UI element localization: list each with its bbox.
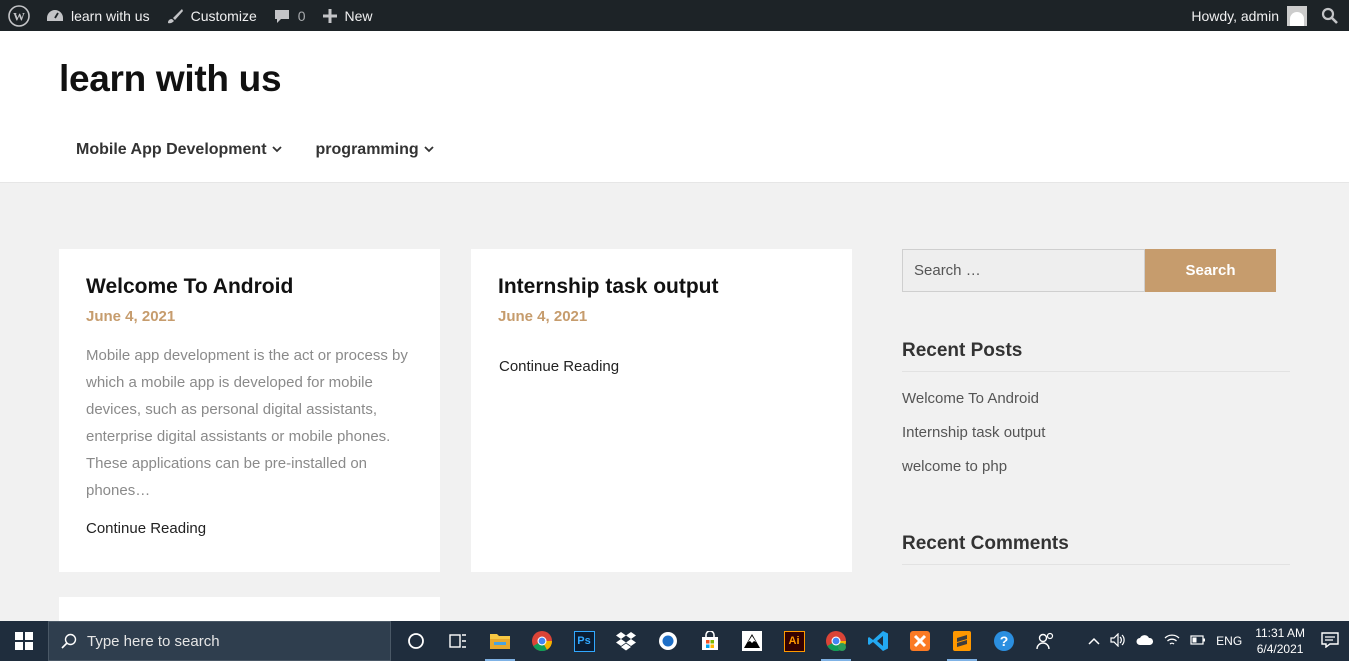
photoshop-label: Ps	[573, 630, 595, 652]
avatar	[1287, 5, 1307, 26]
post-date[interactable]: June 4, 2021	[498, 308, 587, 325]
new-content-link[interactable]: New	[314, 0, 381, 31]
recent-posts-title: Recent Posts	[902, 340, 1023, 361]
wifi-icon[interactable]	[1159, 633, 1185, 650]
menu-item-mobile-app-development[interactable]: Mobile App Development	[76, 141, 282, 159]
vscode-icon[interactable]	[857, 621, 899, 661]
language-indicator[interactable]: ENG	[1211, 634, 1247, 648]
search-input[interactable]	[902, 249, 1145, 292]
howdy-label: Howdy, admin	[1191, 7, 1279, 24]
clock-time: 11:31 AM	[1255, 626, 1305, 640]
post-title[interactable]: Internship task output	[498, 275, 719, 299]
customize-label: Customize	[190, 7, 257, 24]
svg-text:W: W	[13, 9, 25, 23]
chevron-up-icon[interactable]	[1083, 634, 1105, 648]
battery-icon[interactable]	[1185, 634, 1211, 648]
chrome-profile-icon[interactable]	[815, 621, 857, 661]
divider	[902, 371, 1290, 372]
post-card: Welcome To Android June 4, 2021 Mobile a…	[59, 249, 440, 572]
clock-date: 6/4/2021	[1256, 642, 1304, 656]
paintbrush-icon	[167, 8, 183, 23]
plus-icon	[322, 8, 337, 23]
menu-item-label: Mobile App Development	[76, 141, 267, 158]
search-form: Search	[902, 249, 1276, 292]
illustrator-icon[interactable]: Ai	[773, 621, 815, 661]
continue-reading-link[interactable]: Continue Reading	[499, 358, 619, 375]
primary-menu: Mobile App Development programming	[76, 141, 468, 159]
comments-count: 0	[297, 7, 306, 24]
illustrator-label: Ai	[783, 630, 805, 652]
admin-search-icon[interactable]	[1315, 0, 1349, 31]
comment-bubble-icon	[274, 9, 289, 23]
dashboard-icon	[47, 9, 63, 21]
admin-bar: W learn with us Customize 0 New Howdy, a…	[0, 0, 1349, 31]
site-name-label: learn with us	[71, 7, 150, 24]
divider	[902, 564, 1290, 565]
notification-center-icon[interactable]	[1313, 631, 1349, 651]
recent-posts-list: Welcome To Android Internship task outpu…	[902, 390, 1045, 492]
inkscape-icon[interactable]	[731, 621, 773, 661]
recent-post-link[interactable]: Internship task output	[902, 424, 1045, 458]
site-header: learn with us Mobile App Development pro…	[0, 31, 1349, 183]
recent-post-link[interactable]: welcome to php	[902, 458, 1045, 492]
site-title[interactable]: learn with us	[59, 58, 282, 100]
taskbar: Type here to search Ps Ai ? ENG 11:31 AM…	[0, 621, 1349, 661]
cortana-icon[interactable]	[395, 621, 437, 661]
customize-link[interactable]: Customize	[158, 0, 265, 31]
file-explorer-icon[interactable]	[479, 621, 521, 661]
svg-text:?: ?	[1000, 633, 1009, 649]
taskbar-search-placeholder: Type here to search	[87, 632, 220, 650]
recent-post-link[interactable]: Welcome To Android	[902, 390, 1045, 424]
continue-reading-link[interactable]: Continue Reading	[86, 520, 206, 537]
post-excerpt: Mobile app development is the act or pro…	[86, 347, 408, 499]
post-card: Internship task output June 4, 2021 Cont…	[471, 249, 852, 572]
dropbox-icon[interactable]	[605, 621, 647, 661]
taskbar-search-box[interactable]: Type here to search	[48, 621, 391, 661]
recent-comments-title: Recent Comments	[902, 533, 1069, 554]
my-account-link[interactable]: Howdy, admin	[1183, 0, 1315, 31]
comments-link[interactable]: 0	[265, 0, 314, 31]
help-icon[interactable]: ?	[983, 621, 1025, 661]
photoshop-icon[interactable]: Ps	[563, 621, 605, 661]
onedrive-icon[interactable]	[1131, 634, 1159, 649]
chrome-icon[interactable]	[521, 621, 563, 661]
chevron-down-icon	[271, 144, 282, 156]
post-title[interactable]: Welcome To Android	[86, 275, 293, 299]
clock[interactable]: 11:31 AM 6/4/2021	[1247, 625, 1313, 657]
task-view-icon[interactable]	[437, 621, 479, 661]
menu-item-label: programming	[315, 141, 419, 158]
people-icon[interactable]	[1025, 621, 1067, 661]
xampp-icon[interactable]	[899, 621, 941, 661]
windows-start-icon[interactable]	[0, 621, 48, 661]
menu-item-programming[interactable]: programming	[316, 141, 434, 159]
post-date[interactable]: June 4, 2021	[86, 308, 175, 325]
store-icon[interactable]	[689, 621, 731, 661]
search-button[interactable]: Search	[1145, 249, 1276, 292]
wordpress-logo-icon[interactable]: W	[0, 0, 38, 31]
new-label: New	[344, 7, 373, 24]
chevron-down-icon	[424, 144, 434, 156]
app-icon[interactable]	[647, 621, 689, 661]
sublime-icon[interactable]	[941, 621, 983, 661]
volume-icon[interactable]	[1105, 632, 1131, 650]
system-tray: ENG 11:31 AM 6/4/2021	[1083, 621, 1349, 661]
site-name-link[interactable]: learn with us	[38, 0, 158, 31]
search-icon	[61, 633, 77, 649]
